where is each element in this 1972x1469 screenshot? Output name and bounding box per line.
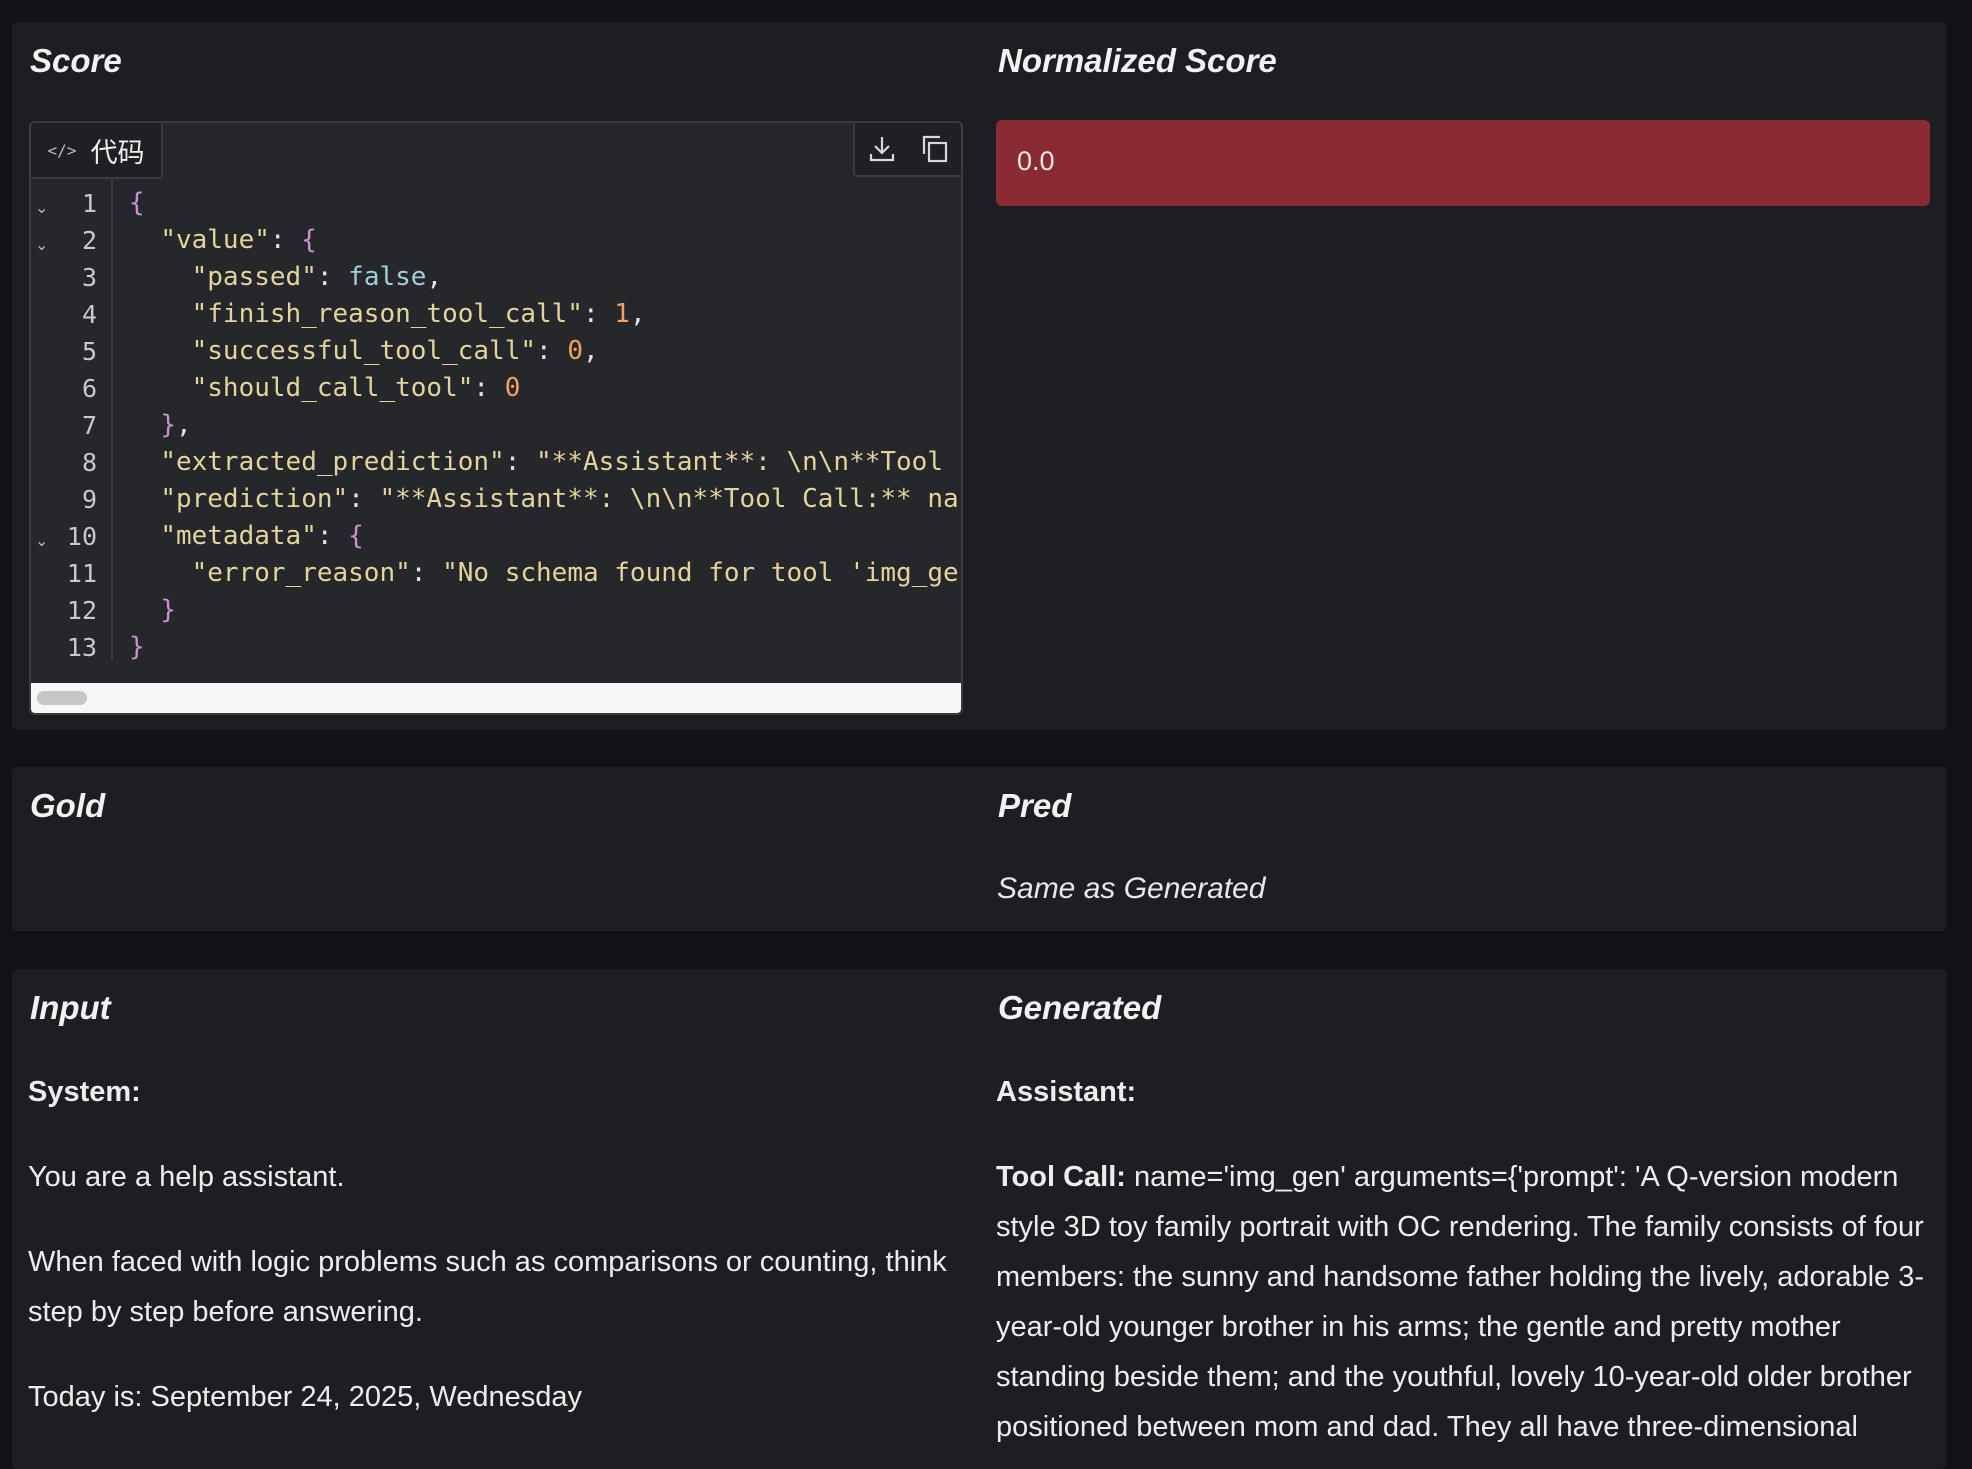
code-icon: </> [47,140,77,160]
fold-chevron-icon[interactable]: ⌄ [35,226,48,263]
code-line: "finish_reason_tool_call": 1, [191,299,646,329]
score-title: Score [30,42,122,79]
generated-tool-call-line-6: positioned between mom and dad. They all… [996,1411,1858,1443]
download-icon[interactable] [868,134,896,164]
gold-title: Gold [30,787,106,824]
code-line: { [129,188,145,218]
line-number: 5 [81,337,97,366]
gold-pred-panel [12,767,1947,931]
code-line: "passed": false, [191,262,443,292]
line-number: 9 [81,485,97,514]
fold-chevron-icon[interactable]: ⌄ [35,522,48,559]
generated-tool-call-line-3: members: the sunny and handsome father h… [996,1261,1925,1293]
line-number: 3 [81,263,97,292]
pred-title: Pred [998,787,1072,824]
input-para-3-line-1: Today is: September 24, 2025, Wednesday [28,1381,583,1413]
normalized-score-bar: 0.0 [996,120,1930,206]
code-tab-label: 代码 [90,137,145,168]
horizontal-scrollbar[interactable] [31,683,961,713]
line-number-gutter: 1 ⌄ 2 ⌄ 3 4 5 6 7 8 9 10 ⌄ 11 12 13 [31,177,113,662]
normalized-score-value: 0.0 [1017,146,1055,176]
code-line: } [160,595,176,625]
code-tab[interactable]: </> 代码 [31,123,163,179]
generated-tool-call-line-1: Tool Call: name='img_gen' arguments={'pr… [996,1152,1898,1202]
line-number: 12 [66,596,97,625]
code-line: }, [160,410,192,440]
tool-call-text-1: name='img_gen' arguments={'prompt': 'A Q… [1134,1161,1899,1193]
input-title: Input [30,989,111,1026]
code-line: "value": { [160,225,317,255]
code-line: "metadata": { [160,521,364,551]
code-content: { "value": { "passed": false, "finish_re… [129,177,961,661]
code-line: "successful_tool_call": 0, [191,336,599,366]
line-number: 4 [81,300,97,329]
generated-tool-call-line-2: style 3D toy family portrait with OC ren… [996,1211,1924,1243]
fold-chevron-icon[interactable]: ⌄ [35,189,48,226]
input-para-1-line-1: You are a help assistant. [28,1161,345,1193]
pred-value: Same as Generated [997,872,1266,905]
line-number: 11 [66,559,97,588]
code-line: "prediction": "**Assistant**: \n\n**Tool… [160,484,959,514]
tool-call-label: Tool Call: [996,1161,1126,1193]
code-line: } [129,632,145,661]
generated-role: Assistant: [996,1076,1137,1108]
line-number: 13 [66,633,97,662]
copy-icon[interactable] [921,134,949,164]
code-actions [853,123,961,177]
input-role: System: [28,1076,141,1108]
generated-tool-call-line-5: standing beside them; and the youthful, … [996,1361,1912,1393]
code-viewer: </> 代码 1 ⌄ 2 ⌄ 3 4 5 6 7 8 9 10 ⌄ 11 12 13 { "value": {… [29,121,963,715]
generated-tool-call-line-4: year-old younger brother in his arms; th… [996,1311,1841,1343]
line-number: 6 [81,374,97,403]
code-line: "should_call_tool": 0 [191,373,521,403]
code-line: "extracted_prediction": "**Assistant**: … [160,447,943,477]
input-para-2-line-2: step by step before answering. [28,1296,423,1328]
code-line: "error_reason": "No schema found for too… [191,558,959,588]
scrollbar-thumb[interactable] [37,691,87,705]
generated-title: Generated [998,989,1162,1026]
line-number: 8 [81,448,97,477]
input-para-2-line-1: When faced with logic problems such as c… [28,1246,947,1278]
normalized-score-title: Normalized Score [998,42,1277,79]
line-number: 7 [81,411,97,440]
